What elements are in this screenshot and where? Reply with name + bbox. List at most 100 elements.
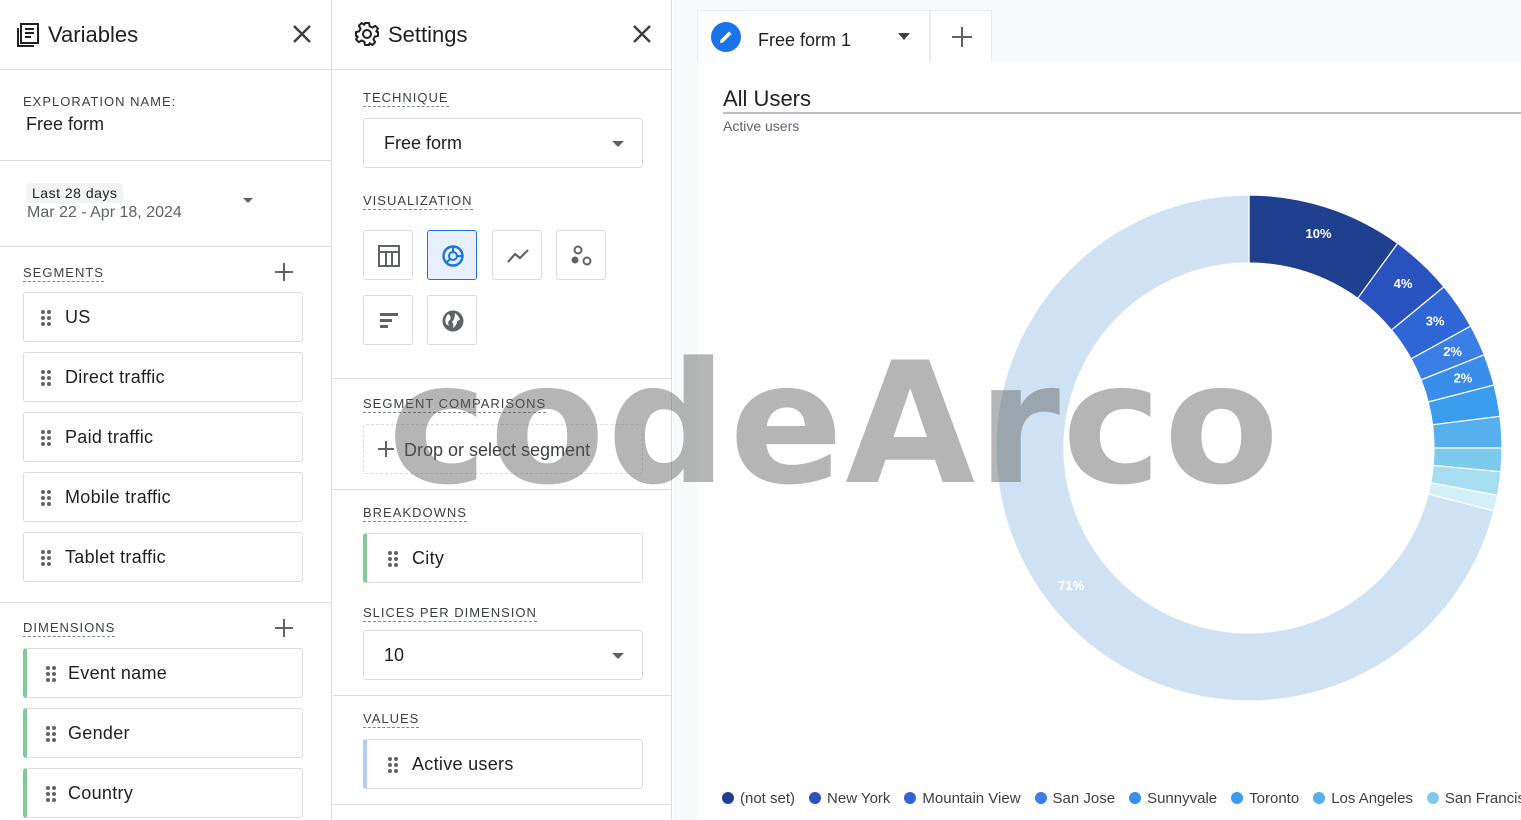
segment-chip-paid-traffic[interactable]: Paid traffic — [23, 412, 303, 462]
drag-handle-icon[interactable] — [40, 369, 52, 387]
legend-item[interactable]: New York — [809, 790, 890, 807]
legend-label: New York — [827, 790, 891, 807]
segment-chip-direct-traffic[interactable]: Direct traffic — [23, 352, 303, 402]
slices-dropdown[interactable]: 10 — [363, 630, 643, 680]
value-label: Active users — [412, 754, 514, 774]
viz-geo-button[interactable] — [427, 295, 477, 345]
technique-label: TECHNIQUE — [363, 90, 449, 107]
viz-table-button[interactable] — [363, 230, 413, 280]
drag-handle-icon[interactable] — [40, 489, 52, 507]
legend-item[interactable]: Mountain View — [904, 790, 1021, 807]
title-underline — [723, 112, 1521, 114]
segment-label: US — [65, 307, 91, 327]
drag-handle-icon[interactable] — [40, 309, 52, 327]
slice-label: 2% — [1454, 370, 1473, 385]
dimension-label: Gender — [68, 723, 130, 743]
exploration-name-value[interactable]: Free form — [26, 114, 104, 135]
close-icon[interactable] — [290, 22, 314, 46]
divider — [0, 602, 332, 603]
close-icon[interactable] — [630, 22, 654, 46]
technique-dropdown[interactable]: Free form — [363, 118, 643, 168]
tab-free-form-1[interactable]: Free form 1 — [697, 10, 930, 62]
legend-label: Sunnyvale — [1147, 790, 1218, 807]
segment-drop-zone[interactable]: Drop or select segment — [363, 424, 643, 474]
variables-title: Variables — [48, 22, 139, 47]
legend-label: San Jose — [1052, 790, 1116, 807]
viz-donut-button[interactable] — [427, 230, 477, 280]
segment-chip-mobile-traffic[interactable]: Mobile traffic — [23, 472, 303, 522]
divider — [333, 489, 672, 490]
segment-comparisons-label: SEGMENT COMPARISONS — [363, 396, 547, 413]
legend-swatch — [809, 792, 822, 804]
bar-chart-icon — [380, 313, 398, 328]
dimension-label: Country — [68, 783, 134, 803]
segment-label: Paid traffic — [65, 427, 154, 447]
chart-title: All Users — [723, 86, 812, 111]
exploration-name-section: EXPLORATION NAME: Free form — [0, 70, 331, 161]
legend-swatch — [1313, 792, 1326, 804]
legend-label: (not set) — [740, 790, 796, 807]
slice-label: 4% — [1394, 276, 1413, 291]
legend-item[interactable]: Los Angeles — [1313, 790, 1413, 807]
segment-label: Tablet traffic — [65, 547, 166, 567]
drag-handle-icon[interactable] — [40, 429, 52, 447]
slices-per-dimension-label: SLICES PER DIMENSION — [363, 605, 537, 622]
chevron-down-icon[interactable] — [242, 197, 254, 205]
segment-chip-us[interactable]: US — [23, 292, 303, 342]
edit-icon[interactable] — [711, 22, 741, 52]
legend-swatch — [1231, 792, 1244, 804]
dimension-chip-gender[interactable]: Gender — [23, 708, 303, 758]
date-range-value: Mar 22 - Apr 18, 2024 — [27, 204, 182, 221]
tab-label: Free form 1 — [758, 30, 852, 50]
divider — [333, 378, 672, 379]
drag-handle-icon[interactable] — [40, 549, 52, 567]
drag-handle-icon[interactable] — [45, 785, 57, 803]
donut-chart[interactable]: 10% 4% 3% 2% 2% 71% — [697, 62, 1521, 820]
canvas-area: Free form 1 10% 4% 3% 2% 2% 71% All Users Act… — [673, 0, 1521, 820]
drag-handle-icon[interactable] — [45, 665, 57, 683]
segment-label: Direct traffic — [65, 367, 165, 387]
viz-scatter-button[interactable] — [556, 230, 606, 280]
add-dimension-icon[interactable] — [273, 617, 295, 639]
legend-label: Los Angeles — [1331, 790, 1413, 807]
dimension-chip-country[interactable]: Country — [23, 768, 303, 818]
date-range-picker[interactable]: Last 28 days Mar 22 - Apr 18, 2024 — [0, 161, 331, 247]
legend-item[interactable]: San Jose — [1034, 790, 1116, 807]
legend-item[interactable]: (not set) — [722, 790, 795, 807]
chart-sheet: 10% 4% 3% 2% 2% 71% All Users Active users (n… — [697, 62, 1521, 820]
dimensions-label: DIMENSIONS — [23, 620, 116, 637]
date-range-label: Last 28 days — [26, 183, 124, 203]
divider — [333, 695, 672, 696]
legend-item[interactable]: San Francisco — [1426, 790, 1521, 807]
legend-swatch — [904, 792, 917, 804]
geo-map-icon — [442, 310, 464, 332]
chart-legend: (not set) New York Mountain View San Jose Su… — [722, 790, 1521, 807]
chevron-down-icon[interactable] — [898, 33, 910, 40]
legend-swatch — [1034, 792, 1047, 804]
viz-line-button[interactable] — [492, 230, 542, 280]
settings-panel: Settings TECHNIQUE Free form VISUALIZATI… — [333, 0, 672, 820]
dimension-label: Event name — [68, 663, 168, 683]
value-chip-active-users[interactable]: Active users — [363, 739, 643, 789]
breakdown-chip-city[interactable]: City — [363, 533, 643, 583]
slice-label: 2% — [1443, 344, 1462, 359]
add-segment-icon[interactable] — [273, 261, 295, 283]
drag-handle-icon[interactable] — [45, 725, 57, 743]
segment-chip-tablet-traffic[interactable]: Tablet traffic — [23, 532, 303, 582]
plus-icon — [378, 441, 394, 457]
visualization-label: VISUALIZATION — [363, 193, 473, 210]
technique-value: Free form — [384, 133, 463, 153]
viz-bar-button[interactable] — [363, 295, 413, 345]
legend-item[interactable]: Sunnyvale — [1129, 790, 1217, 807]
chart-subtitle: Active users — [723, 118, 800, 134]
variables-header: Variables — [0, 0, 331, 70]
add-tab-button[interactable] — [930, 10, 992, 62]
drag-handle-icon[interactable] — [387, 550, 399, 568]
dimensions-header: DIMENSIONS — [0, 604, 332, 644]
legend-swatch — [1129, 792, 1142, 804]
dimension-chip-event-name[interactable]: Event name — [23, 648, 303, 698]
legend-item[interactable]: Toronto — [1231, 790, 1299, 807]
slice-label: 71% — [1058, 578, 1084, 593]
values-label: VALUES — [363, 711, 420, 728]
drag-handle-icon[interactable] — [387, 756, 399, 774]
